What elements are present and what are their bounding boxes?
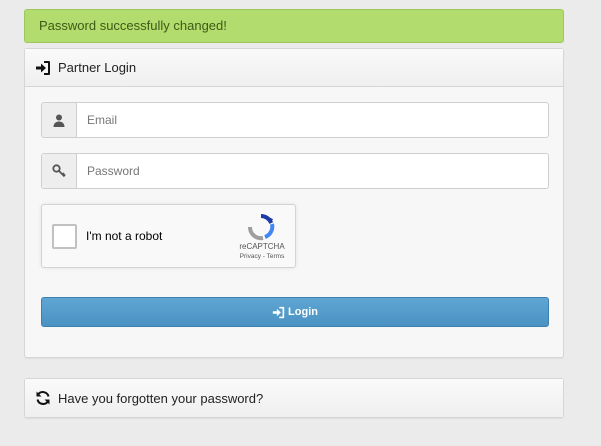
captcha-links[interactable]: Privacy - Terms [220,253,304,260]
captcha-label: I'm not a robot [86,229,163,243]
forgot-panel-heading[interactable]: Have you forgotten your password? [25,379,563,417]
sign-in-icon [35,60,51,76]
login-button-label: Login [288,306,318,318]
user-icon [42,103,77,137]
captcha-brand: reCAPTCHA [239,242,285,251]
password-input-group [41,153,549,189]
forgot-password-panel[interactable]: Have you forgotten your password? [24,378,564,418]
forgot-password-link[interactable]: Have you forgotten your password? [58,391,263,406]
panel-title: Partner Login [58,60,137,75]
key-icon [42,154,77,188]
email-input-group [41,102,549,138]
panel-heading: Partner Login [25,49,563,87]
refresh-icon [35,390,51,406]
recaptcha-widget: I'm not a robot reCAPTCHA Privacy - Term… [41,204,296,268]
login-button[interactable]: Login [41,297,549,327]
sign-in-icon [272,306,285,319]
recaptcha-icon [247,213,275,241]
partner-login-panel: Partner Login I'm not a robot [24,48,564,358]
email-input[interactable] [77,103,548,137]
success-alert: Password successfully changed! [24,9,564,43]
alert-message: Password successfully changed! [39,18,227,33]
captcha-checkbox[interactable] [52,224,77,249]
password-input[interactable] [77,154,548,188]
